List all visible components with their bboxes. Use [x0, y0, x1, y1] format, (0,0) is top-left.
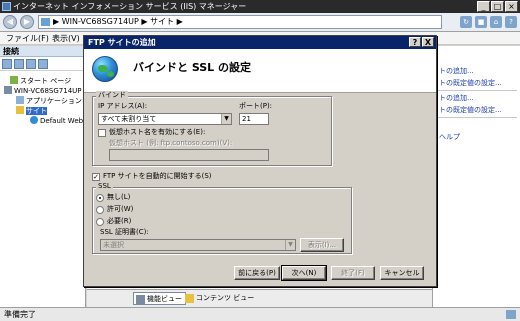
dialog-close-button[interactable]: X [422, 37, 434, 47]
action-ftp-site-defaults-link[interactable]: トの既定値の設定... [439, 105, 502, 115]
dialog-heading: バインドと SSL の設定 [133, 61, 252, 74]
save-icon[interactable] [14, 59, 24, 69]
connections-toolbar [0, 57, 85, 71]
virtual-host-label: 仮想ホスト (例: ftp.contoso.com)(V): [109, 139, 233, 147]
address-path-text: ▶ WIN-VC68SG714UP ▶ サイト ▶ [53, 17, 183, 26]
ssl-group-label: SSL [96, 182, 113, 191]
tree-item-server[interactable]: WIN-VC68SG714UP [4, 86, 82, 96]
refresh-icon[interactable]: ↻ [460, 16, 472, 28]
features-view-icon [136, 295, 145, 304]
virtual-host-checkbox-label: 仮想ホスト名を有効にする(E): [109, 128, 206, 136]
sites-folder-icon [16, 106, 24, 114]
chevron-down-icon: ▼ [221, 114, 231, 124]
ssl-cert-label: SSL 証明書(C): [100, 228, 149, 236]
forward-button[interactable]: ▶ [20, 15, 34, 29]
back-button[interactable]: ◀ [3, 15, 17, 29]
tab-content-view[interactable]: コンテンツ ビュー [183, 292, 257, 305]
port-input[interactable]: 21 [239, 113, 269, 125]
address-bar: ◀ ▶ ▶ WIN-VC68SG714UP ▶ サイト ▶ ↻ ■ ⌂ ? [0, 13, 520, 32]
ssl-allow-label: 許可(W) [107, 205, 134, 213]
connections-header: 接続 [0, 46, 85, 57]
ssl-require-label: 必要(R) [107, 217, 132, 225]
dialog-help-button[interactable]: ? [409, 37, 421, 47]
app-pool-icon [16, 96, 24, 104]
tab-features-view[interactable]: 機能ビュー [133, 292, 186, 305]
connect-icon[interactable] [2, 59, 12, 69]
action-add-ftp-site-link[interactable]: トの追加... [439, 93, 474, 103]
previous-button[interactable]: 前に戻る(P) [234, 266, 280, 280]
ssl-cert-select[interactable]: 未選択 ▼ [100, 239, 296, 251]
close-button[interactable]: × [505, 1, 518, 12]
add-ftp-site-dialog: FTP サイトの追加 ? X バインドと SSL の設定 バインド IP アドレ… [83, 35, 437, 287]
ssl-none-label: 無し(L) [107, 193, 131, 201]
autostart-label: FTP サイトを自動的に開始する(S) [103, 172, 212, 180]
network-status-icon [506, 310, 516, 319]
window-titlebar: インターネット インフォメーション サービス (IIS) マネージャー _ □ … [0, 0, 520, 13]
cancel-button[interactable]: キャンセル [380, 266, 424, 280]
content-view-icon [185, 294, 194, 303]
stop-icon[interactable]: ■ [475, 16, 487, 28]
actions-divider [437, 90, 517, 91]
minimize-button[interactable]: _ [477, 1, 490, 12]
window-title: インターネット インフォメーション サービス (IIS) マネージャー [13, 2, 247, 11]
status-text: 準備完了 [4, 310, 36, 319]
autostart-checkbox[interactable]: ✓ [92, 173, 100, 181]
ssl-allow-radio[interactable] [96, 206, 104, 214]
tree-item-default-web[interactable]: Default Web [30, 116, 83, 126]
tree-item-start-page[interactable]: スタート ページ [10, 76, 71, 86]
address-path[interactable]: ▶ WIN-VC68SG714UP ▶ サイト ▶ [38, 15, 442, 29]
server-icon [4, 86, 12, 94]
action-site-defaults-link[interactable]: トの既定値の設定... [439, 78, 502, 88]
home-icon[interactable]: ⌂ [490, 16, 502, 28]
actions-pane: トの追加... トの既定値の設定... トの追加... トの既定値の設定... … [432, 46, 520, 307]
ip-address-select[interactable]: すべて未割り当て ▼ [98, 113, 232, 125]
dialog-header: バインドと SSL の設定 [84, 49, 436, 93]
action-help-link[interactable]: ヘルプ [439, 132, 460, 142]
actions-divider [437, 117, 517, 118]
start-page-icon [10, 76, 18, 84]
port-label: ポート(P): [239, 102, 273, 110]
connections-pane: 接続 スタート ページ WIN-VC68SG714UP アプリケーション サイト… [0, 46, 86, 307]
up-icon[interactable] [26, 59, 36, 69]
chevron-down-icon: ▼ [285, 240, 295, 250]
ssl-none-radio[interactable] [96, 194, 104, 202]
dialog-title: FTP サイトの追加 [88, 38, 156, 47]
status-bar: 準備完了 [0, 307, 520, 321]
next-button[interactable]: 次へ(N) [281, 265, 327, 281]
dialog-titlebar: FTP サイトの追加 ? X [84, 36, 436, 49]
tree-item-app-pools[interactable]: アプリケーション [16, 96, 82, 106]
globe-icon [92, 56, 118, 82]
tree-item-sites[interactable]: サイト [16, 106, 47, 116]
action-add-site-link[interactable]: トの追加... [439, 66, 474, 76]
view-tabs: 機能ビュー コンテンツ ビュー [87, 289, 432, 307]
virtual-host-input[interactable] [109, 149, 269, 161]
ssl-require-radio[interactable] [96, 218, 104, 226]
ssl-view-button[interactable]: 表示(I)... [300, 238, 344, 252]
binding-group-label: バインド [96, 91, 128, 100]
virtual-host-checkbox[interactable] [98, 129, 106, 137]
menu-file[interactable]: ファイル(F) [6, 32, 49, 45]
server-icon [41, 18, 50, 26]
globe-icon [30, 116, 38, 124]
ip-address-label: IP アドレス(A): [98, 102, 148, 110]
maximize-button[interactable]: □ [491, 1, 504, 12]
help-icon[interactable]: ? [505, 16, 517, 28]
connect-server-icon[interactable] [38, 59, 48, 69]
finish-button[interactable]: 終了(F) [331, 266, 375, 280]
iis-app-icon [2, 2, 11, 11]
menu-view[interactable]: 表示(V) [52, 32, 80, 45]
